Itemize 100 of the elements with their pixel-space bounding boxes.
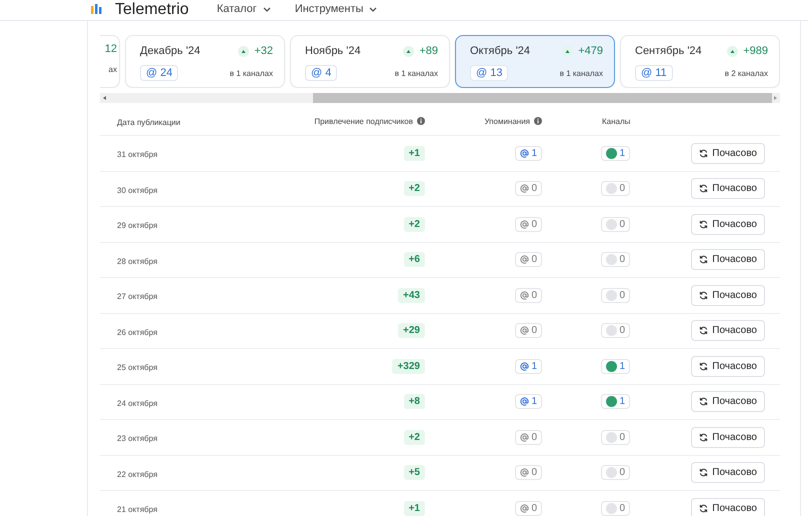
refresh-icon bbox=[699, 290, 708, 300]
channel-avatar-icon bbox=[606, 254, 618, 266]
mentions-badge: 1 bbox=[515, 146, 542, 161]
month-card[interactable]: Сентябрь '24 +989 @ 11 в 2 каналах bbox=[620, 35, 780, 88]
channels-badge: 0 bbox=[601, 323, 630, 338]
column-header: Упоминания bbox=[484, 116, 530, 126]
channels-badge: 1 bbox=[601, 146, 630, 161]
channels-badge: 0 bbox=[601, 430, 630, 445]
month-title: Октябрь '24 bbox=[470, 45, 530, 57]
subscribers-growth-badge: +8 bbox=[404, 394, 425, 410]
at-sign-icon bbox=[520, 148, 530, 158]
month-card[interactable]: Октябрь '24 +479 @ 13 в 1 каналах bbox=[455, 35, 615, 88]
arrow-up-icon bbox=[238, 46, 250, 56]
subscribers-growth-badge: +2 bbox=[404, 181, 425, 196]
at-sign-icon bbox=[520, 220, 530, 229]
growth-value: +989 bbox=[743, 45, 768, 57]
hourly-button[interactable]: Почасово bbox=[691, 356, 765, 377]
date-cell: 22 октября bbox=[117, 470, 158, 479]
hourly-button[interactable]: Почасово bbox=[691, 284, 765, 306]
at-sign-icon bbox=[520, 290, 530, 300]
info-icon[interactable] bbox=[417, 117, 425, 125]
mentions-badge: @ 4 bbox=[305, 65, 338, 81]
hourly-button[interactable]: Почасово bbox=[691, 214, 765, 235]
channels-badge: 0 bbox=[601, 181, 630, 196]
channels-badge: 1 bbox=[601, 394, 630, 410]
column-header: Привлечение подписчиков bbox=[314, 116, 413, 126]
mentions-badge: 0 bbox=[515, 323, 542, 338]
mentions-badge: 0 bbox=[515, 430, 542, 445]
growth-value: +32 bbox=[254, 45, 273, 57]
growth-value: +479 bbox=[578, 45, 603, 57]
hourly-button[interactable]: Почасово bbox=[691, 142, 765, 164]
subscribers-growth-badge: +2 bbox=[404, 430, 425, 445]
channel-avatar-icon bbox=[606, 432, 618, 443]
nav-menu-item[interactable]: Каталог bbox=[216, 3, 271, 15]
channels-badge: 1 bbox=[601, 358, 630, 374]
channel-avatar-icon bbox=[606, 396, 618, 408]
date-cell: 21 октября bbox=[117, 505, 158, 514]
brand-name[interactable]: Telemetrio bbox=[115, 1, 189, 19]
refresh-icon bbox=[699, 432, 708, 442]
subscribers-growth-badge: +329 bbox=[392, 358, 425, 374]
hourly-button[interactable]: Почасово bbox=[691, 249, 765, 270]
chevron-down-icon bbox=[262, 6, 271, 12]
subscribers-growth-badge: +2 bbox=[404, 216, 425, 232]
channels-badge: 0 bbox=[601, 465, 630, 480]
at-sign-icon bbox=[520, 362, 530, 371]
subscribers-growth-badge: +1 bbox=[404, 500, 425, 516]
arrow-up-icon bbox=[562, 46, 574, 56]
month-title: Сентябрь '24 bbox=[635, 45, 702, 57]
date-cell: 24 октября bbox=[117, 398, 158, 408]
refresh-icon bbox=[699, 326, 708, 336]
date-cell: 28 октября bbox=[117, 256, 158, 266]
hourly-button[interactable]: Почасово bbox=[691, 178, 765, 200]
date-cell: 30 октября bbox=[117, 186, 158, 195]
mentions-badge: 0 bbox=[515, 181, 542, 196]
arrow-up-icon bbox=[403, 46, 414, 56]
channels-count-text: в 1 каналах bbox=[394, 68, 438, 78]
channels-badge: 0 bbox=[601, 216, 630, 232]
hourly-button[interactable]: Почасово bbox=[691, 426, 765, 448]
scrollbar-thumb[interactable] bbox=[313, 93, 772, 103]
date-cell: 25 октября bbox=[117, 363, 158, 372]
hourly-button[interactable]: Почасово bbox=[691, 320, 765, 342]
hourly-button[interactable]: Почасово bbox=[691, 391, 765, 412]
subscribers-growth-badge: +5 bbox=[404, 465, 425, 480]
at-sign-icon bbox=[520, 326, 530, 336]
scroll-left-icon[interactable] bbox=[102, 95, 108, 101]
at-sign-icon bbox=[520, 432, 530, 442]
horizontal-scrollbar[interactable] bbox=[100, 93, 780, 103]
growth-value: 12 bbox=[104, 43, 117, 55]
growth-value: +89 bbox=[419, 45, 438, 57]
channels-count-text: в 1 каналах bbox=[230, 68, 273, 78]
refresh-icon bbox=[699, 362, 708, 371]
month-title: Ноябрь '24 bbox=[305, 45, 361, 57]
mentions-badge: 1 bbox=[515, 358, 542, 374]
nav-menu-item[interactable]: Инструменты bbox=[294, 3, 378, 15]
channels-count-text: ах bbox=[108, 65, 117, 74]
at-sign-icon bbox=[520, 184, 530, 194]
at-sign-icon bbox=[520, 504, 530, 513]
channel-avatar-icon bbox=[606, 502, 618, 514]
refresh-icon bbox=[699, 148, 708, 158]
hourly-button[interactable]: Почасово bbox=[691, 498, 765, 516]
channels-badge: 0 bbox=[601, 288, 630, 303]
subscribers-growth-badge: +1 bbox=[404, 146, 425, 161]
refresh-icon bbox=[699, 397, 708, 406]
refresh-icon bbox=[699, 255, 708, 264]
channel-avatar-icon bbox=[606, 218, 618, 230]
month-card[interactable]: Декабрь '24 +32 @ 24 в 1 каналах bbox=[125, 35, 285, 88]
hourly-button[interactable]: Почасово bbox=[691, 462, 765, 484]
date-cell: 31 октября bbox=[117, 150, 158, 160]
info-icon[interactable] bbox=[534, 117, 542, 125]
refresh-icon bbox=[699, 220, 708, 229]
chevron-down-icon bbox=[369, 6, 378, 12]
mentions-badge: @ 24 bbox=[140, 65, 178, 81]
mentions-badge: 0 bbox=[515, 465, 542, 480]
month-card[interactable]: 12 ах bbox=[100, 35, 120, 88]
mentions-badge: @ 13 bbox=[470, 65, 508, 81]
mentions-badge: 0 bbox=[515, 216, 542, 232]
refresh-icon bbox=[699, 184, 708, 194]
date-cell: 23 октября bbox=[117, 434, 158, 444]
channel-avatar-icon bbox=[606, 183, 618, 194]
month-card[interactable]: Ноябрь '24 +89 @ 4 в 1 каналах bbox=[290, 35, 450, 88]
